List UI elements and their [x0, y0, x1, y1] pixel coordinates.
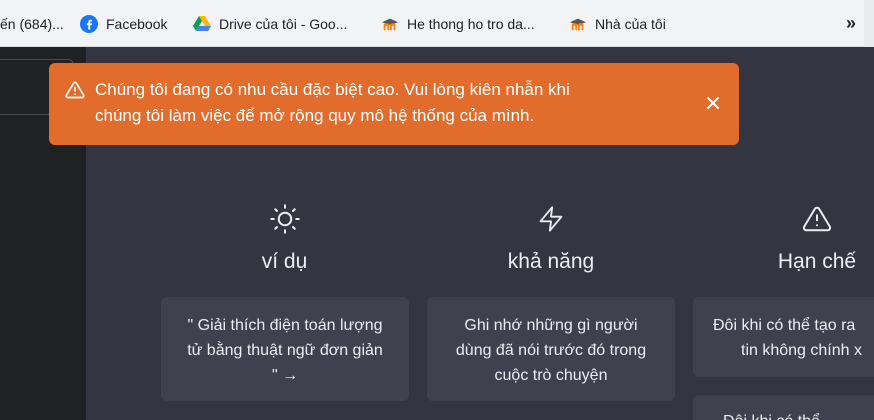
scrollbar[interactable] — [864, 0, 874, 47]
bookmarks-bar: ến (684)... Facebook Drive của tôi - Goo… — [0, 0, 874, 47]
card-line: Ghi nhớ những gì người — [464, 317, 638, 334]
banner-message: Chúng tôi đang có nhu cầu đặc biệt cao. … — [95, 77, 695, 129]
facebook-icon — [80, 14, 98, 33]
bookmark-label: Drive của tôi - Goo... — [219, 15, 348, 32]
alert-banner: Chúng tôi đang có nhu cầu đặc biệt cao. … — [49, 63, 739, 145]
bookmark-facebook[interactable]: Facebook — [80, 0, 167, 47]
bookmark-label: ến (684)... — [0, 15, 64, 32]
bookmark-item[interactable]: ến (684)... — [0, 0, 64, 47]
sun-icon — [269, 203, 301, 235]
warning-icon — [65, 80, 85, 100]
bookmarks-overflow-button[interactable]: » — [838, 0, 864, 47]
column-title-examples: ví dụ — [261, 250, 308, 273]
close-icon[interactable] — [701, 91, 725, 115]
bookmark-label: Facebook — [106, 15, 168, 32]
bookmark-nha-cua-toi[interactable]: Nhà của tôi — [569, 0, 666, 47]
card-line: tử bằng thuật ngữ đơn giản — [187, 342, 383, 359]
bookmark-he-thong[interactable]: He thong ho tro da... — [381, 0, 535, 47]
lightning-icon — [535, 203, 567, 235]
card-line: tin không chính x — [741, 342, 862, 359]
card-line: dùng đã nói trước đó trong — [455, 342, 647, 359]
moodle-icon — [381, 15, 399, 33]
card-line: Đôi khi có thể tạo ra — [713, 317, 856, 334]
bookmark-label: Nhà của tôi — [595, 15, 666, 32]
column-title-capabilities: khả năng — [507, 250, 595, 273]
example-card[interactable]: " Giải thích điện toán lượng tử bằng thu… — [161, 297, 409, 401]
limitation-card: Đôi khi có thể tạo ra tin không chính x — [693, 297, 874, 377]
warning-icon — [801, 203, 833, 235]
bookmark-label: He thong ho tro da... — [407, 15, 535, 32]
banner-line: Chúng tôi đang có nhu cầu đặc biệt cao. … — [95, 80, 570, 99]
bookmark-google-drive[interactable]: Drive của tôi - Goo... — [193, 0, 347, 47]
card-line: " Giải thích điện toán lượng — [187, 317, 383, 334]
card-line: " → — [271, 367, 299, 384]
column-title-limitations: Hạn chế — [777, 250, 857, 273]
google-drive-icon — [193, 15, 211, 33]
moodle-icon — [569, 15, 587, 33]
card-line: Đôi khi có thể — [723, 409, 874, 420]
card-line: cuộc trò chuyện — [494, 367, 608, 384]
capability-card: Ghi nhớ những gì người dùng đã nói trước… — [427, 297, 675, 401]
banner-line: chúng tôi làm việc để mở rộng quy mô hệ … — [95, 106, 535, 125]
limitation-card: Đôi khi có thể — [693, 395, 874, 420]
